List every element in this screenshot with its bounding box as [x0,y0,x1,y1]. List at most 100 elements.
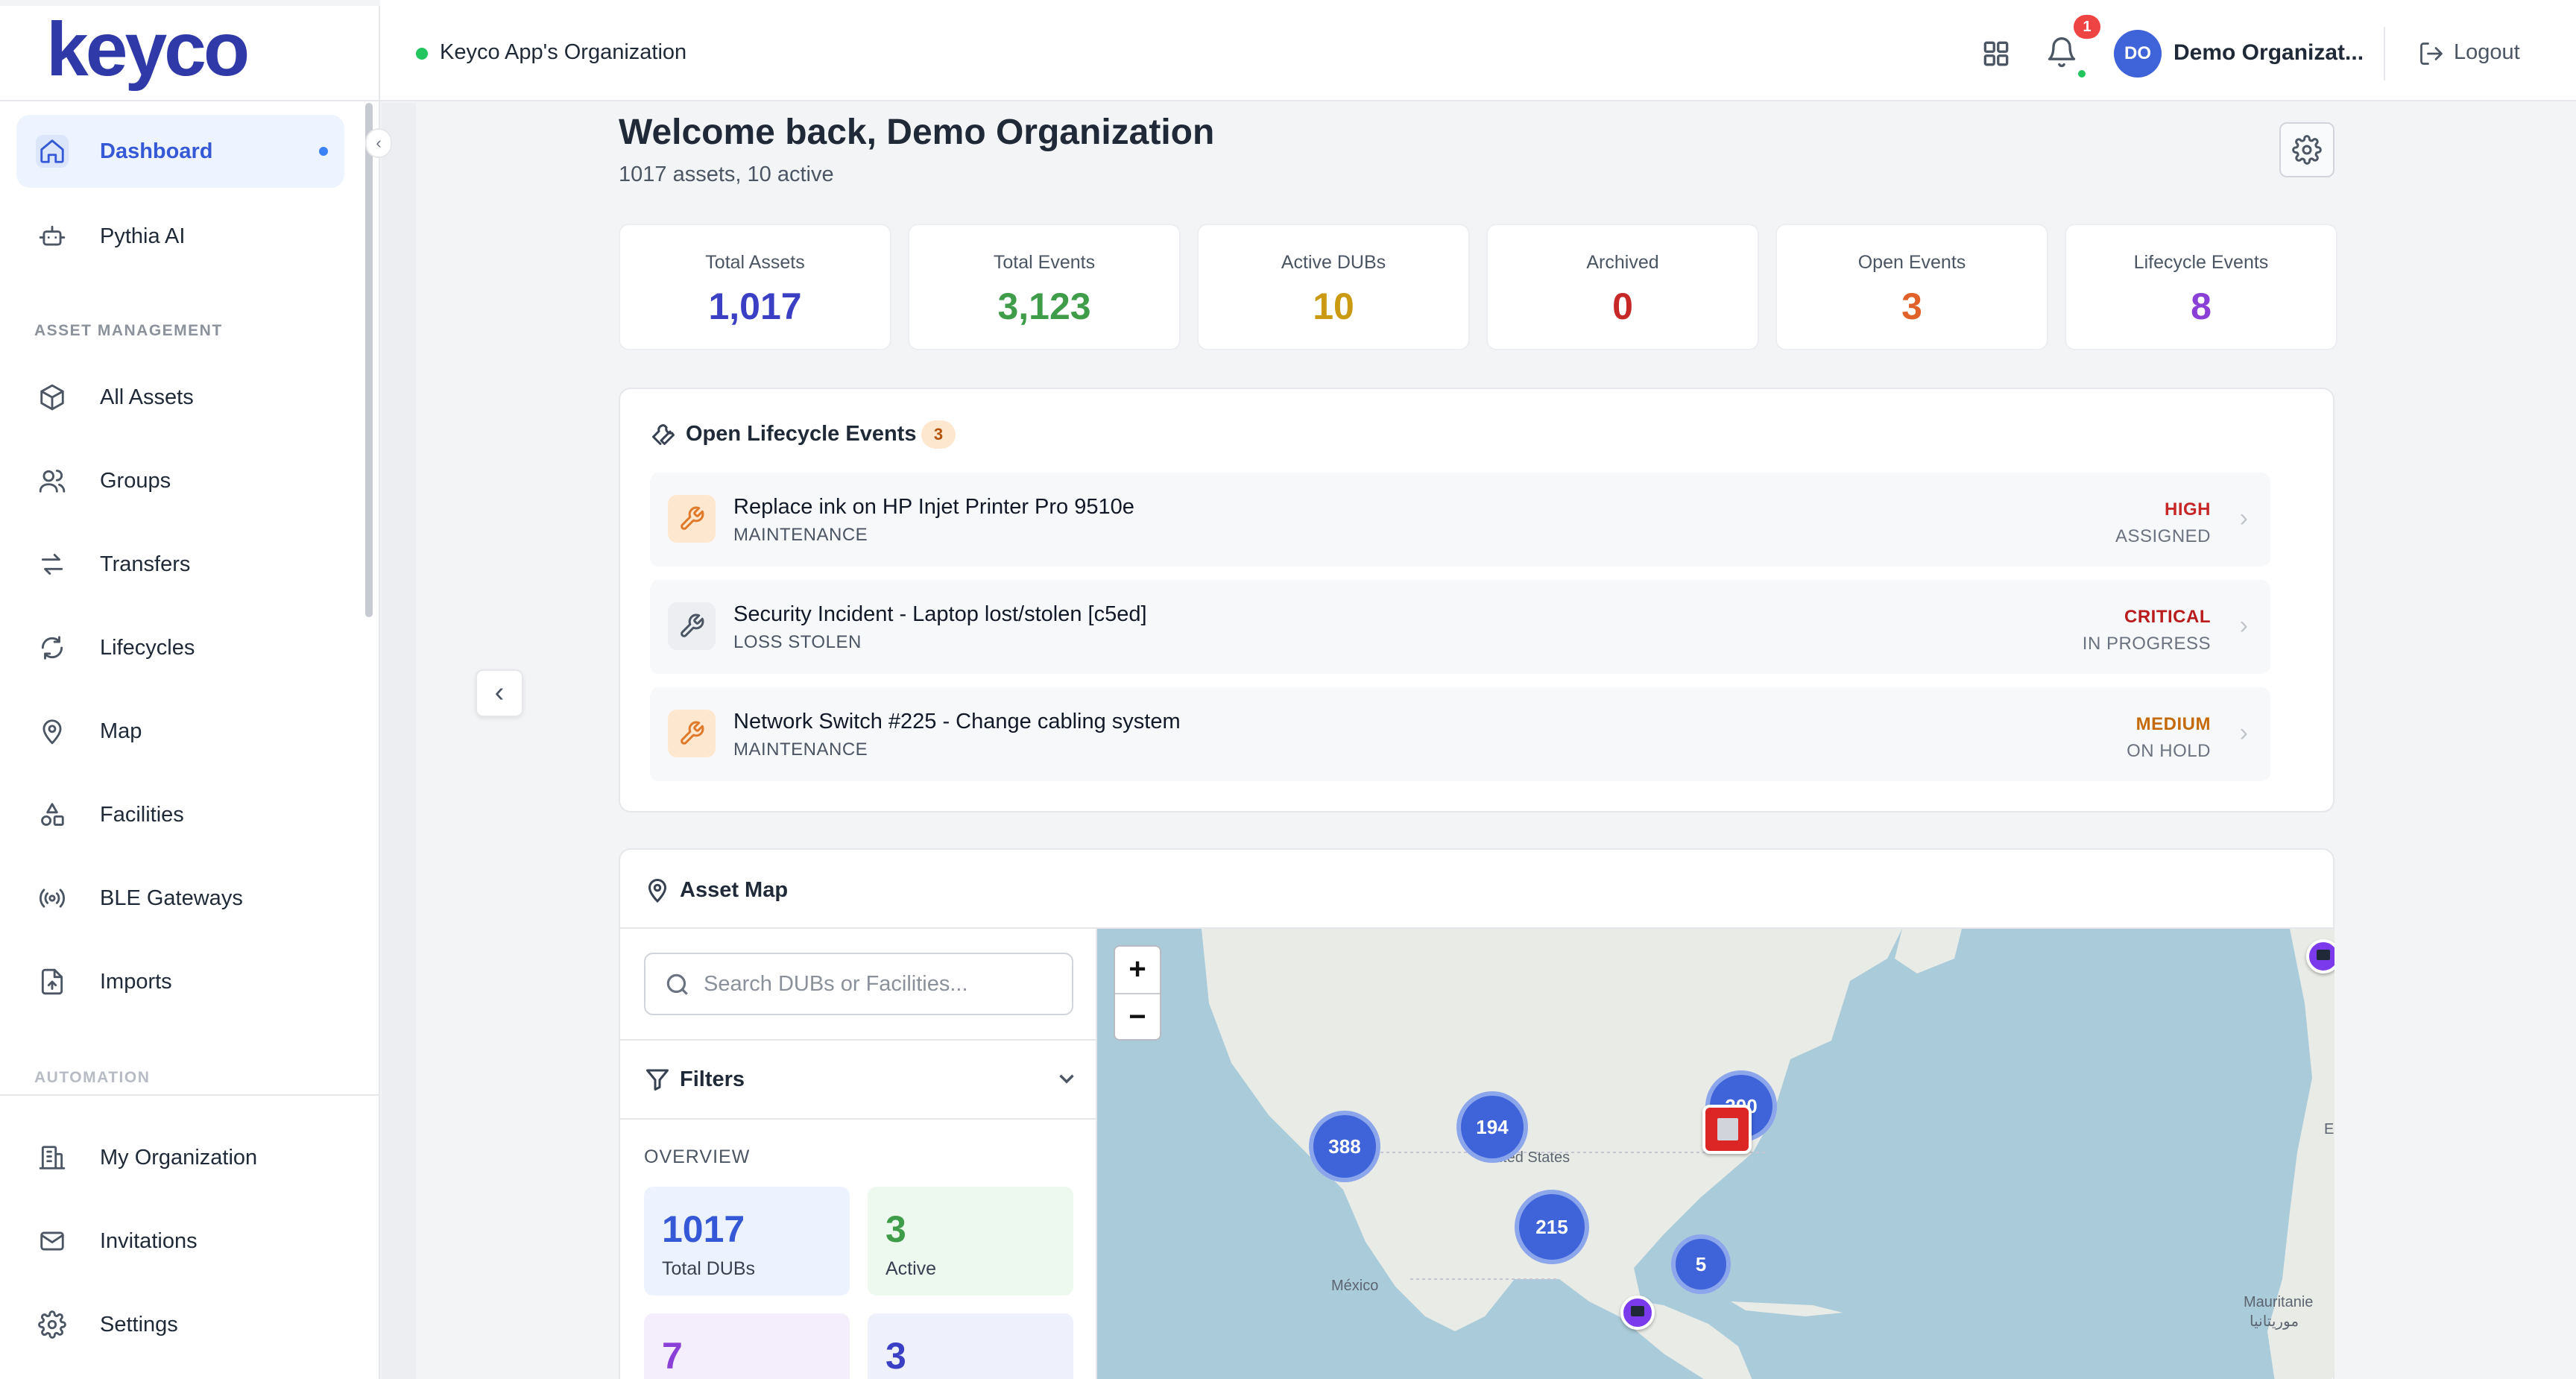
sidebar-item-invitations[interactable]: Invitations [16,1205,344,1278]
overview-value: 3 [886,1335,906,1377]
lifecycle-event-row[interactable]: Network Switch #225 - Change cabling sys… [650,687,2270,781]
page-subtitle: 1017 assets, 10 active [619,162,834,186]
chevron-right-icon: › [2239,504,2248,532]
zoom-control: + − [1114,945,1161,1041]
sidebar-item-label: Invitations [100,1228,198,1253]
overview-card-active[interactable]: 3 Active [868,1187,1073,1296]
event-title: Network Switch #225 - Change cabling sys… [733,710,1181,733]
page-title: Welcome back, Demo Organization [619,113,1215,152]
logo-area: keyco [0,0,379,101]
laptop-icon [2317,950,2330,960]
overview-card-total-dubs[interactable]: 1017 Total DUBs [644,1187,850,1296]
sidebar-bottom-nav: My Organization Invitations Settings [0,1094,379,1379]
event-status: ON HOLD [2127,741,2211,761]
stat-label: Archived [1586,252,1659,273]
gear-icon [36,1308,69,1341]
sidebar-item-label: Transfers [100,552,191,576]
stat-card-lifecycle-events[interactable]: Lifecycle Events 8 [2065,224,2337,350]
collapse-sidebar-button[interactable]: ‹ [365,128,392,158]
sidebar-item-label: Map [100,719,142,743]
map-cluster-marker[interactable]: 215 [1515,1190,1589,1264]
stat-label: Lifecycle Events [2133,252,2269,273]
sidebar-item-lifecycles[interactable]: Lifecycles [16,611,344,684]
file-upload-icon [36,965,69,998]
sidebar-item-my-organization[interactable]: My Organization [16,1121,344,1194]
event-type: MAINTENANCE [733,739,868,760]
chevron-right-icon: › [2239,719,2248,747]
facility-marker[interactable] [1702,1105,1752,1154]
map-cluster-marker[interactable]: 194 [1456,1091,1528,1163]
filter-icon [644,1066,671,1093]
org-name[interactable]: Keyco App's Organization [440,40,686,65]
map-cluster-marker[interactable]: 388 [1309,1111,1380,1182]
lifecycle-event-row[interactable]: Replace ink on HP Injet Printer Pro 9510… [650,473,2270,567]
sidebar: keyco Dashboard Pythia AI ASSET MANAGEME… [0,0,380,1379]
map-cluster-marker[interactable]: 5 [1671,1234,1731,1294]
sidebar-scrollbar[interactable] [364,103,374,1094]
overview-card[interactable]: 3 [868,1313,1073,1379]
event-type: LOSS STOLEN [733,632,862,652]
user-name[interactable]: Demo Organizat... [2174,40,2364,66]
divider [2384,27,2385,81]
asset-map[interactable]: + − United States México Mauritanie موري… [1097,929,2334,1379]
sidebar-item-transfers[interactable]: Transfers [16,528,344,601]
event-status: IN PROGRESS [2082,634,2211,654]
open-lifecycle-events-panel: Open Lifecycle Events 3 Replace ink on H… [619,388,2334,812]
section-label-automation: AUTOMATION [34,1069,151,1086]
gear-icon [2292,135,2322,165]
sidebar-item-facilities[interactable]: Facilities [16,778,344,851]
event-priority: HIGH [2165,499,2211,520]
event-title: Security Incident - Laptop lost/stolen [… [733,602,1147,626]
event-title: Replace ink on HP Injet Printer Pro 9510… [733,495,1134,519]
chevron-left-icon[interactable]: ‹ [476,669,523,717]
sidebar-scroll-thumb[interactable] [365,103,373,617]
stat-label: Open Events [1857,252,1966,273]
sidebar-item-imports[interactable]: Imports [16,945,344,1018]
stat-value: 3,123 [997,285,1091,327]
overview-value: 3 [886,1208,906,1250]
zoom-out-button[interactable]: − [1115,994,1160,1041]
event-status: ASSIGNED [2115,526,2211,546]
building-icon [36,1141,69,1174]
panel-title: Asset Map [680,878,789,902]
stat-value: 8 [2191,285,2212,327]
laptop-icon [1631,1306,1644,1316]
lifecycle-event-row[interactable]: Security Incident - Laptop lost/stolen [… [650,580,2270,674]
filters-toggle[interactable]: Filters [620,1039,1097,1120]
sidebar-item-settings[interactable]: Settings [16,1288,344,1361]
stat-card-active-dubs[interactable]: Active DUBs 10 [1197,224,1470,350]
stat-label: Total Assets [705,252,805,273]
stat-card-open-events[interactable]: Open Events 3 [1775,224,2048,350]
sidebar-item-map[interactable]: Map [16,695,344,768]
map-label: México [1331,1278,1379,1294]
stat-card-total-assets[interactable]: Total Assets 1,017 [619,224,891,350]
overview-card[interactable]: 7 [644,1313,850,1379]
apps-grid-icon[interactable] [1980,37,2012,70]
bell-icon[interactable] [2045,36,2078,69]
stat-card-total-events[interactable]: Total Events 3,123 [908,224,1181,350]
asset-marker[interactable] [2306,939,2334,973]
stat-value: 0 [1612,285,1633,327]
asset-marker[interactable] [1620,1296,1655,1330]
sidebar-item-groups[interactable]: Groups [16,444,344,517]
sidebar-item-dashboard[interactable]: Dashboard [16,115,344,188]
stat-card-archived[interactable]: Archived 0 [1486,224,1759,350]
chevron-right-icon: › [2239,611,2248,640]
sidebar-item-pythia-ai[interactable]: Pythia AI [16,200,344,273]
map-label: E [2324,1121,2334,1137]
search-input[interactable] [704,965,1061,1003]
stat-value: 10 [1313,285,1354,327]
mail-icon [36,1225,69,1257]
sidebar-item-all-assets[interactable]: All Assets [16,361,344,434]
dashboard-settings-button[interactable] [2279,122,2334,177]
map-search-field[interactable] [644,953,1073,1015]
keyco-logo[interactable]: keyco [46,6,250,93]
zoom-in-button[interactable]: + [1115,947,1160,993]
transfer-icon [36,548,69,581]
sidebar-item-label: All Assets [100,385,194,409]
logout-button[interactable]: Logout [2454,40,2520,65]
sidebar-item-ble-gateways[interactable]: BLE Gateways [16,862,344,935]
overview-label-text: Active [886,1258,937,1279]
logout-icon[interactable] [2418,40,2445,67]
avatar[interactable]: DO [2114,30,2162,78]
